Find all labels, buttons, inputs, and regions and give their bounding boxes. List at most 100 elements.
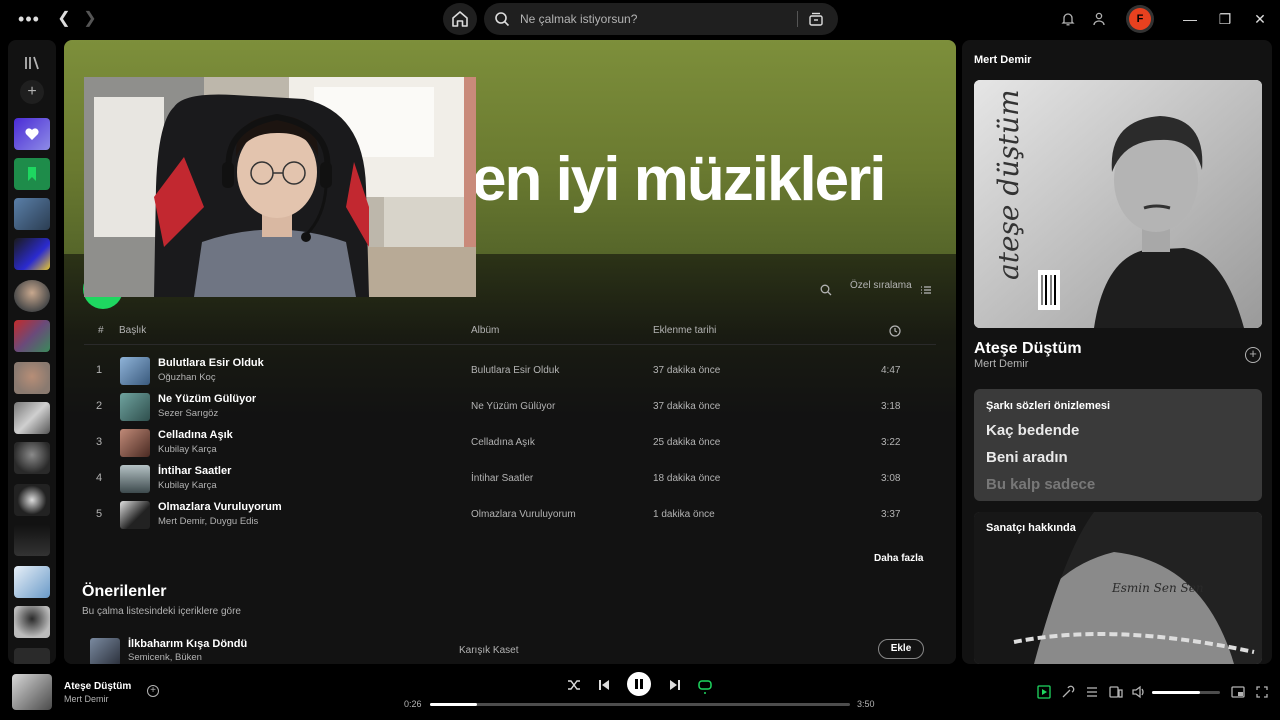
queue-icon[interactable] bbox=[1084, 684, 1100, 700]
now-playing-artist[interactable]: Mert Demir bbox=[974, 358, 1028, 370]
track-number: 4 bbox=[96, 472, 103, 484]
sort-dropdown[interactable]: Özel sıralama bbox=[850, 280, 912, 300]
search-input[interactable]: Ne çalmak istiyorsun? bbox=[520, 3, 637, 35]
connect-device-icon[interactable] bbox=[1108, 684, 1124, 700]
pause-button[interactable] bbox=[627, 672, 651, 696]
column-header-added[interactable]: Eklenme tarihi bbox=[653, 325, 716, 336]
library-item[interactable] bbox=[14, 524, 50, 556]
column-header-title[interactable]: Başlık bbox=[119, 325, 146, 336]
lyrics-icon[interactable] bbox=[1060, 684, 1076, 700]
track-duration: 3:08 bbox=[881, 473, 901, 484]
column-header-album[interactable]: Albüm bbox=[471, 325, 499, 336]
close-button[interactable]: ✕ bbox=[1240, 0, 1280, 38]
now-playing-title[interactable]: Ateşe Düştüm bbox=[974, 340, 1082, 358]
player-artist[interactable]: Mert Demir bbox=[64, 694, 109, 704]
library-item[interactable] bbox=[14, 238, 50, 270]
progress-fill bbox=[430, 703, 478, 706]
library-item[interactable] bbox=[14, 566, 50, 598]
library-item[interactable] bbox=[14, 362, 50, 394]
library-item[interactable] bbox=[14, 442, 50, 474]
recommended-track-title[interactable]: İlkbaharım Kışa Döndü bbox=[128, 638, 247, 650]
user-avatar[interactable]: F bbox=[1126, 5, 1154, 33]
track-number: 5 bbox=[96, 508, 103, 520]
maximize-button[interactable]: ❐ bbox=[1205, 0, 1245, 38]
home-icon bbox=[452, 11, 468, 27]
mini-player-icon[interactable] bbox=[1230, 684, 1246, 700]
track-artist[interactable]: Oğuzhan Koç bbox=[158, 372, 216, 383]
track-title[interactable]: Celladına Aşık bbox=[158, 429, 233, 441]
notifications-bell-icon[interactable] bbox=[1061, 12, 1075, 26]
track-added: 25 dakika önce bbox=[653, 437, 721, 448]
about-artist-header: Sanatçı hakkında bbox=[986, 522, 1076, 534]
next-icon[interactable] bbox=[666, 676, 684, 694]
track-album[interactable]: Ne Yüzüm Gülüyor bbox=[471, 401, 555, 412]
track-artist[interactable]: Kubilay Karça bbox=[158, 444, 217, 455]
track-title[interactable]: İntihar Saatler bbox=[158, 465, 231, 477]
search-in-playlist-icon[interactable] bbox=[820, 280, 832, 300]
forward-button[interactable]: ❯ bbox=[82, 0, 98, 38]
recommended-title: Önerilenler bbox=[82, 583, 167, 600]
lyrics-line: Kaç bedende bbox=[986, 422, 1080, 439]
back-button[interactable]: ❮ bbox=[56, 0, 72, 38]
recommended-track-album[interactable]: Karışık Kaset bbox=[459, 645, 518, 656]
about-artist-card[interactable]: Esmin Sen Sen Sanatçı hakkında bbox=[974, 512, 1262, 664]
track-title[interactable]: Olmazlara Vuruluyorum bbox=[158, 501, 282, 513]
track-row[interactable]: 4 İntihar Saatler Kubilay Karça İntihar … bbox=[84, 462, 936, 496]
library-item[interactable] bbox=[14, 648, 50, 664]
menu-dots-icon[interactable]: ••• bbox=[18, 0, 40, 38]
shuffle-icon[interactable] bbox=[565, 676, 583, 694]
track-row[interactable]: 5 Olmazlara Vuruluyorum Mert Demir, Duyg… bbox=[84, 498, 936, 532]
player-title[interactable]: Ateşe Düştüm bbox=[64, 681, 131, 692]
track-artist[interactable]: Sezer Sarıgöz bbox=[158, 408, 218, 419]
add-to-playlist-button[interactable]: Ekle bbox=[878, 639, 924, 659]
library-item[interactable] bbox=[14, 198, 50, 230]
track-title[interactable]: Bulutlara Esir Olduk bbox=[158, 357, 264, 369]
library-item[interactable] bbox=[14, 402, 50, 434]
library-artist-item[interactable] bbox=[14, 280, 50, 312]
repeat-icon[interactable] bbox=[696, 676, 714, 694]
create-playlist-button[interactable]: + bbox=[20, 80, 44, 104]
library-item[interactable] bbox=[14, 606, 50, 638]
webcam-overlay bbox=[84, 77, 476, 297]
column-header-number: # bbox=[98, 325, 104, 336]
friend-activity-icon[interactable] bbox=[1091, 12, 1107, 26]
track-album[interactable]: Celladına Aşık bbox=[471, 437, 535, 448]
track-album[interactable]: İntihar Saatler bbox=[471, 473, 533, 484]
now-playing-view-icon[interactable] bbox=[1036, 684, 1052, 700]
volume-icon[interactable] bbox=[1131, 684, 1147, 700]
minimize-button[interactable]: — bbox=[1170, 0, 1210, 38]
player-add-icon[interactable]: + bbox=[147, 685, 159, 697]
track-row[interactable]: 3 Celladına Aşık Kubilay Karça Celladına… bbox=[84, 426, 936, 460]
library-item[interactable] bbox=[14, 320, 50, 352]
recommended-row[interactable]: İlkbaharım Kışa Döndü Semicenk, Büken Ka… bbox=[84, 636, 936, 664]
library-icon[interactable] bbox=[20, 52, 44, 74]
recommended-track-artist[interactable]: Semicenk, Büken bbox=[128, 652, 202, 663]
lyrics-preview-card[interactable]: Şarkı sözleri önizlemesi Kaç bedende Ben… bbox=[974, 389, 1262, 501]
browse-icon[interactable] bbox=[808, 11, 824, 27]
lyrics-header: Şarkı sözleri önizlemesi bbox=[986, 400, 1111, 412]
track-added: 1 dakika önce bbox=[653, 509, 715, 520]
show-more-link[interactable]: Daha fazla bbox=[874, 553, 923, 564]
track-row[interactable]: 2 Ne Yüzüm Gülüyor Sezer Sarıgöz Ne Yüzü… bbox=[84, 390, 936, 424]
track-album[interactable]: Olmazlara Vuruluyorum bbox=[471, 509, 576, 520]
player-cover[interactable] bbox=[12, 674, 52, 710]
progress-bar[interactable] bbox=[430, 703, 850, 706]
volume-slider[interactable] bbox=[1152, 691, 1220, 694]
saved-episodes-item[interactable] bbox=[14, 158, 50, 190]
now-playing-header[interactable]: Mert Demir bbox=[974, 54, 1031, 66]
library-item[interactable] bbox=[14, 484, 50, 516]
previous-icon[interactable] bbox=[595, 676, 613, 694]
fullscreen-icon[interactable] bbox=[1254, 684, 1270, 700]
liked-songs-item[interactable] bbox=[14, 118, 50, 150]
lyrics-line: Beni aradın bbox=[986, 449, 1068, 466]
track-row[interactable]: 1 Bulutlara Esir Olduk Oğuzhan Koç Bulut… bbox=[84, 354, 936, 388]
track-artist[interactable]: Mert Demir, Duygu Edis bbox=[158, 516, 258, 527]
search-bar[interactable]: Ne çalmak istiyorsun? bbox=[484, 3, 838, 35]
track-title[interactable]: Ne Yüzüm Gülüyor bbox=[158, 393, 256, 405]
list-view-icon[interactable] bbox=[920, 280, 932, 300]
track-artist[interactable]: Kubilay Karça bbox=[158, 480, 217, 491]
track-cover bbox=[120, 393, 150, 421]
home-button[interactable] bbox=[443, 3, 477, 35]
track-album[interactable]: Bulutlara Esir Olduk bbox=[471, 365, 559, 376]
add-to-library-icon[interactable]: + bbox=[1245, 347, 1261, 363]
